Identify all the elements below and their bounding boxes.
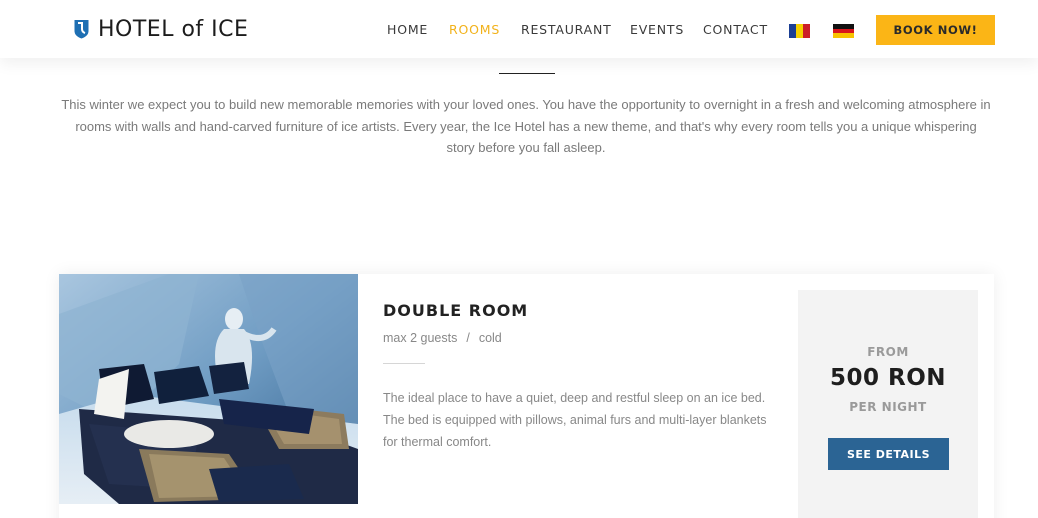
germany-flag-icon[interactable] xyxy=(833,24,854,39)
room-meta: max 2 guests / cold xyxy=(383,331,502,345)
price-unit-label: PER NIGHT xyxy=(849,400,927,414)
price-value: 500 RON xyxy=(829,365,947,391)
nav-item-rooms[interactable]: ROOMS xyxy=(449,22,500,37)
section-divider xyxy=(499,73,555,74)
nav-item-restaurant[interactable]: RESTAURANT xyxy=(521,22,612,37)
room-divider xyxy=(383,363,425,364)
price-from-label: FROM xyxy=(867,345,909,359)
nav-item-events[interactable]: EVENTS xyxy=(630,22,684,37)
price-box: FROM 500 RON PER NIGHT SEE DETAILS xyxy=(798,290,978,518)
room-guests: max 2 guests xyxy=(383,331,458,345)
intro-text: This winter we expect you to build new m… xyxy=(61,97,991,155)
romania-flag-icon[interactable] xyxy=(789,24,810,38)
meta-separator: / xyxy=(466,331,470,345)
see-details-button[interactable]: SEE DETAILS xyxy=(828,438,949,470)
room-photo[interactable] xyxy=(59,274,358,504)
logo[interactable]: HOTEL of ICE xyxy=(74,14,248,44)
nav-item-contact[interactable]: CONTACT xyxy=(703,22,768,37)
shield-logo-icon xyxy=(74,20,89,39)
room-description: The ideal place to have a quiet, deep an… xyxy=(383,391,767,449)
room-title[interactable]: DOUBLE ROOM xyxy=(383,301,528,320)
book-now-button[interactable]: BOOK NOW! xyxy=(876,15,995,45)
nav-item-home[interactable]: HOME xyxy=(387,22,428,37)
ice-room-image xyxy=(59,274,358,504)
logo-text: HOTEL of ICE xyxy=(98,16,249,42)
room-card: DOUBLE ROOM max 2 guests / cold The ideal … xyxy=(59,274,994,518)
room-temperature: cold xyxy=(478,331,502,345)
site-header: HOTEL of ICE HOME ROOMS RESTAURANT EVENT… xyxy=(0,0,1038,58)
